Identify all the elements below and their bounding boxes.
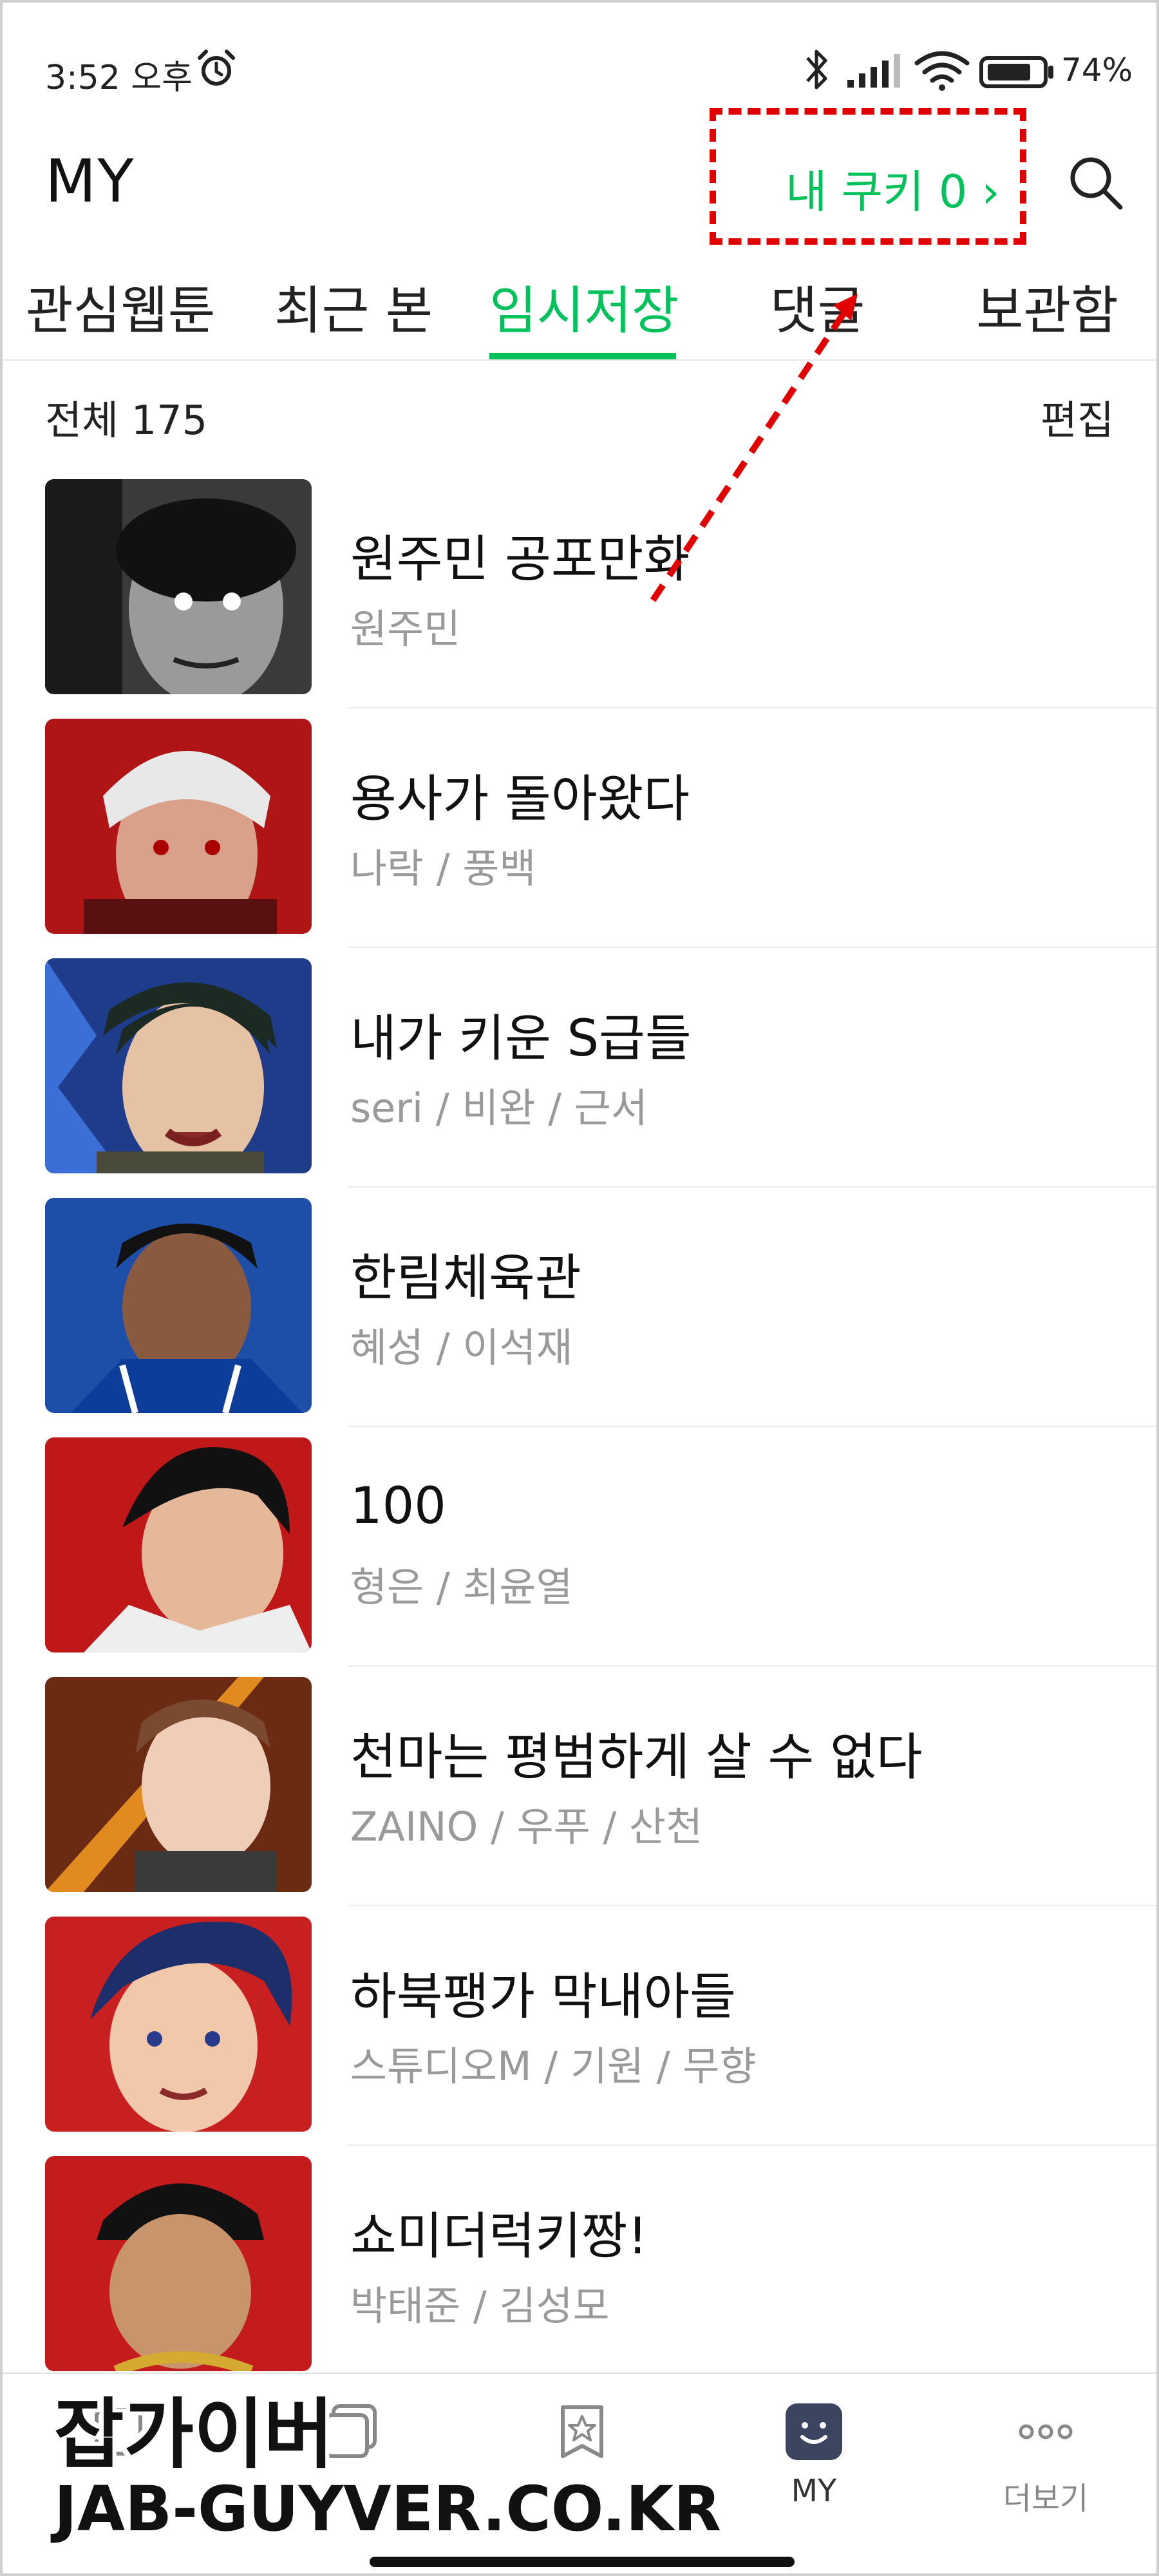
list-item[interactable]: 용사가 돌아왔다 나락 / 풍백 [3,719,1156,958]
list-item[interactable]: 100 형은 / 최윤열 [3,1437,1156,1677]
list-item[interactable]: 하북팽가 막내아들 스튜디오M / 기원 / 무향 [3,1917,1156,2156]
webtoon-thumbnail [45,958,312,1173]
best-challenge-icon [561,2405,603,2458]
list-item[interactable]: 천마는 평범하게 살 수 없다 ZAINO / 우푸 / 산천 [3,1677,1156,1917]
webtoon-thumbnail [45,1677,312,1892]
tab-comments[interactable]: 댓글 [770,269,865,344]
divider [348,1186,1156,1188]
webtoon-authors: 스튜디오M / 기원 / 무향 [350,2043,757,2090]
nav-my[interactable]: MY [698,2374,930,2554]
active-tab-indicator [489,353,676,359]
nav-more[interactable]: 더보기 [930,2374,1156,2554]
watermark-text-korean: 잡가이버 [54,2390,334,2479]
tab-storage[interactable]: 보관함 [976,269,1118,344]
divider [348,1665,1156,1667]
webtoon-authors: 혜성 / 이석재 [350,1324,573,1371]
app-header: MY 내 쿠키 0 › [3,108,1156,245]
webtoon-thumbnail [45,1917,312,2132]
status-time: 3:52 오후 [45,59,193,97]
webtoon-title: 하북팽가 막내아들 [350,1968,736,2026]
list-item[interactable]: 내가 키운 S급들 seri / 비완 / 근서 [3,958,1156,1198]
wifi-icon [914,51,970,91]
total-count: 전체 175 [45,397,208,444]
webtoon-title: 내가 키운 S급들 [350,1010,692,1068]
search-icon[interactable] [1066,153,1124,211]
phone-screen: 3:52 오후 74% MY 내 쿠키 0 › 관심웹툰 최근 본 임시저장 댓… [0,0,1159,2576]
my-face-icon [786,2403,842,2460]
list-item[interactable]: 원주민 공포만화 원주민 [3,479,1156,719]
more-dots-icon [1019,2424,1073,2439]
divider [348,2145,1156,2146]
home-indicator[interactable] [370,2557,795,2567]
webtoon-title: 100 [350,1477,446,1535]
tab-temp-saved[interactable]: 임시저장 [489,269,679,344]
webtoon-authors: seri / 비완 / 근서 [350,1084,648,1132]
webtoon-authors: 나락 / 풍백 [350,845,536,892]
webtoon-title: 용사가 돌아왔다 [350,770,690,828]
webtoon-title: 한림체육관 [350,1249,581,1307]
webtoon-thumbnail [45,1437,312,1653]
webtoon-authors: 박태준 / 김성모 [350,2282,610,2329]
bluetooth-icon [806,50,827,90]
list-header: 전체 175 편집 [3,376,1156,447]
webtoon-thumbnail [45,2156,312,2371]
alarm-icon [198,50,235,86]
webtoon-title: 쇼미더럭키짱! [350,2208,648,2266]
webtoon-title: 천마는 평범하게 살 수 없다 [350,1728,923,1786]
divider [348,1426,1156,1427]
battery-percent: 74% [1061,52,1133,89]
list-item[interactable]: 쇼미더럭키짱! 박태준 / 김성모 [3,2156,1156,2396]
tab-recent[interactable]: 최근 본 [274,269,433,344]
watermark-text-url: JAB-GUYVER.CO.KR [54,2473,722,2545]
edit-button[interactable]: 편집 [1041,388,1114,446]
webtoon-authors: 원주민 [350,605,461,652]
webtoon-authors: ZAINO / 우푸 / 산천 [350,1803,703,1850]
webtoon-thumbnail [45,719,312,934]
signal-icon [847,54,900,88]
my-cookie-button[interactable]: 내 쿠키 0 › [786,156,999,221]
page-title: MY [45,147,135,216]
divider [348,1905,1156,1906]
divider [348,707,1156,708]
tab-interest-webtoon[interactable]: 관심웹툰 [26,269,215,344]
tab-bar: 관심웹툰 최근 본 임시저장 댓글 보관함 [3,260,1156,361]
divider [348,947,1156,948]
webtoon-thumbnail [45,479,312,694]
webtoon-thumbnail [45,1198,312,1413]
webtoon-title: 원주민 공포만화 [350,531,690,589]
battery-icon [979,56,1053,88]
list-item[interactable]: 한림체육관 혜성 / 이석재 [3,1198,1156,1437]
webtoon-authors: 형은 / 최윤열 [350,1564,573,1611]
